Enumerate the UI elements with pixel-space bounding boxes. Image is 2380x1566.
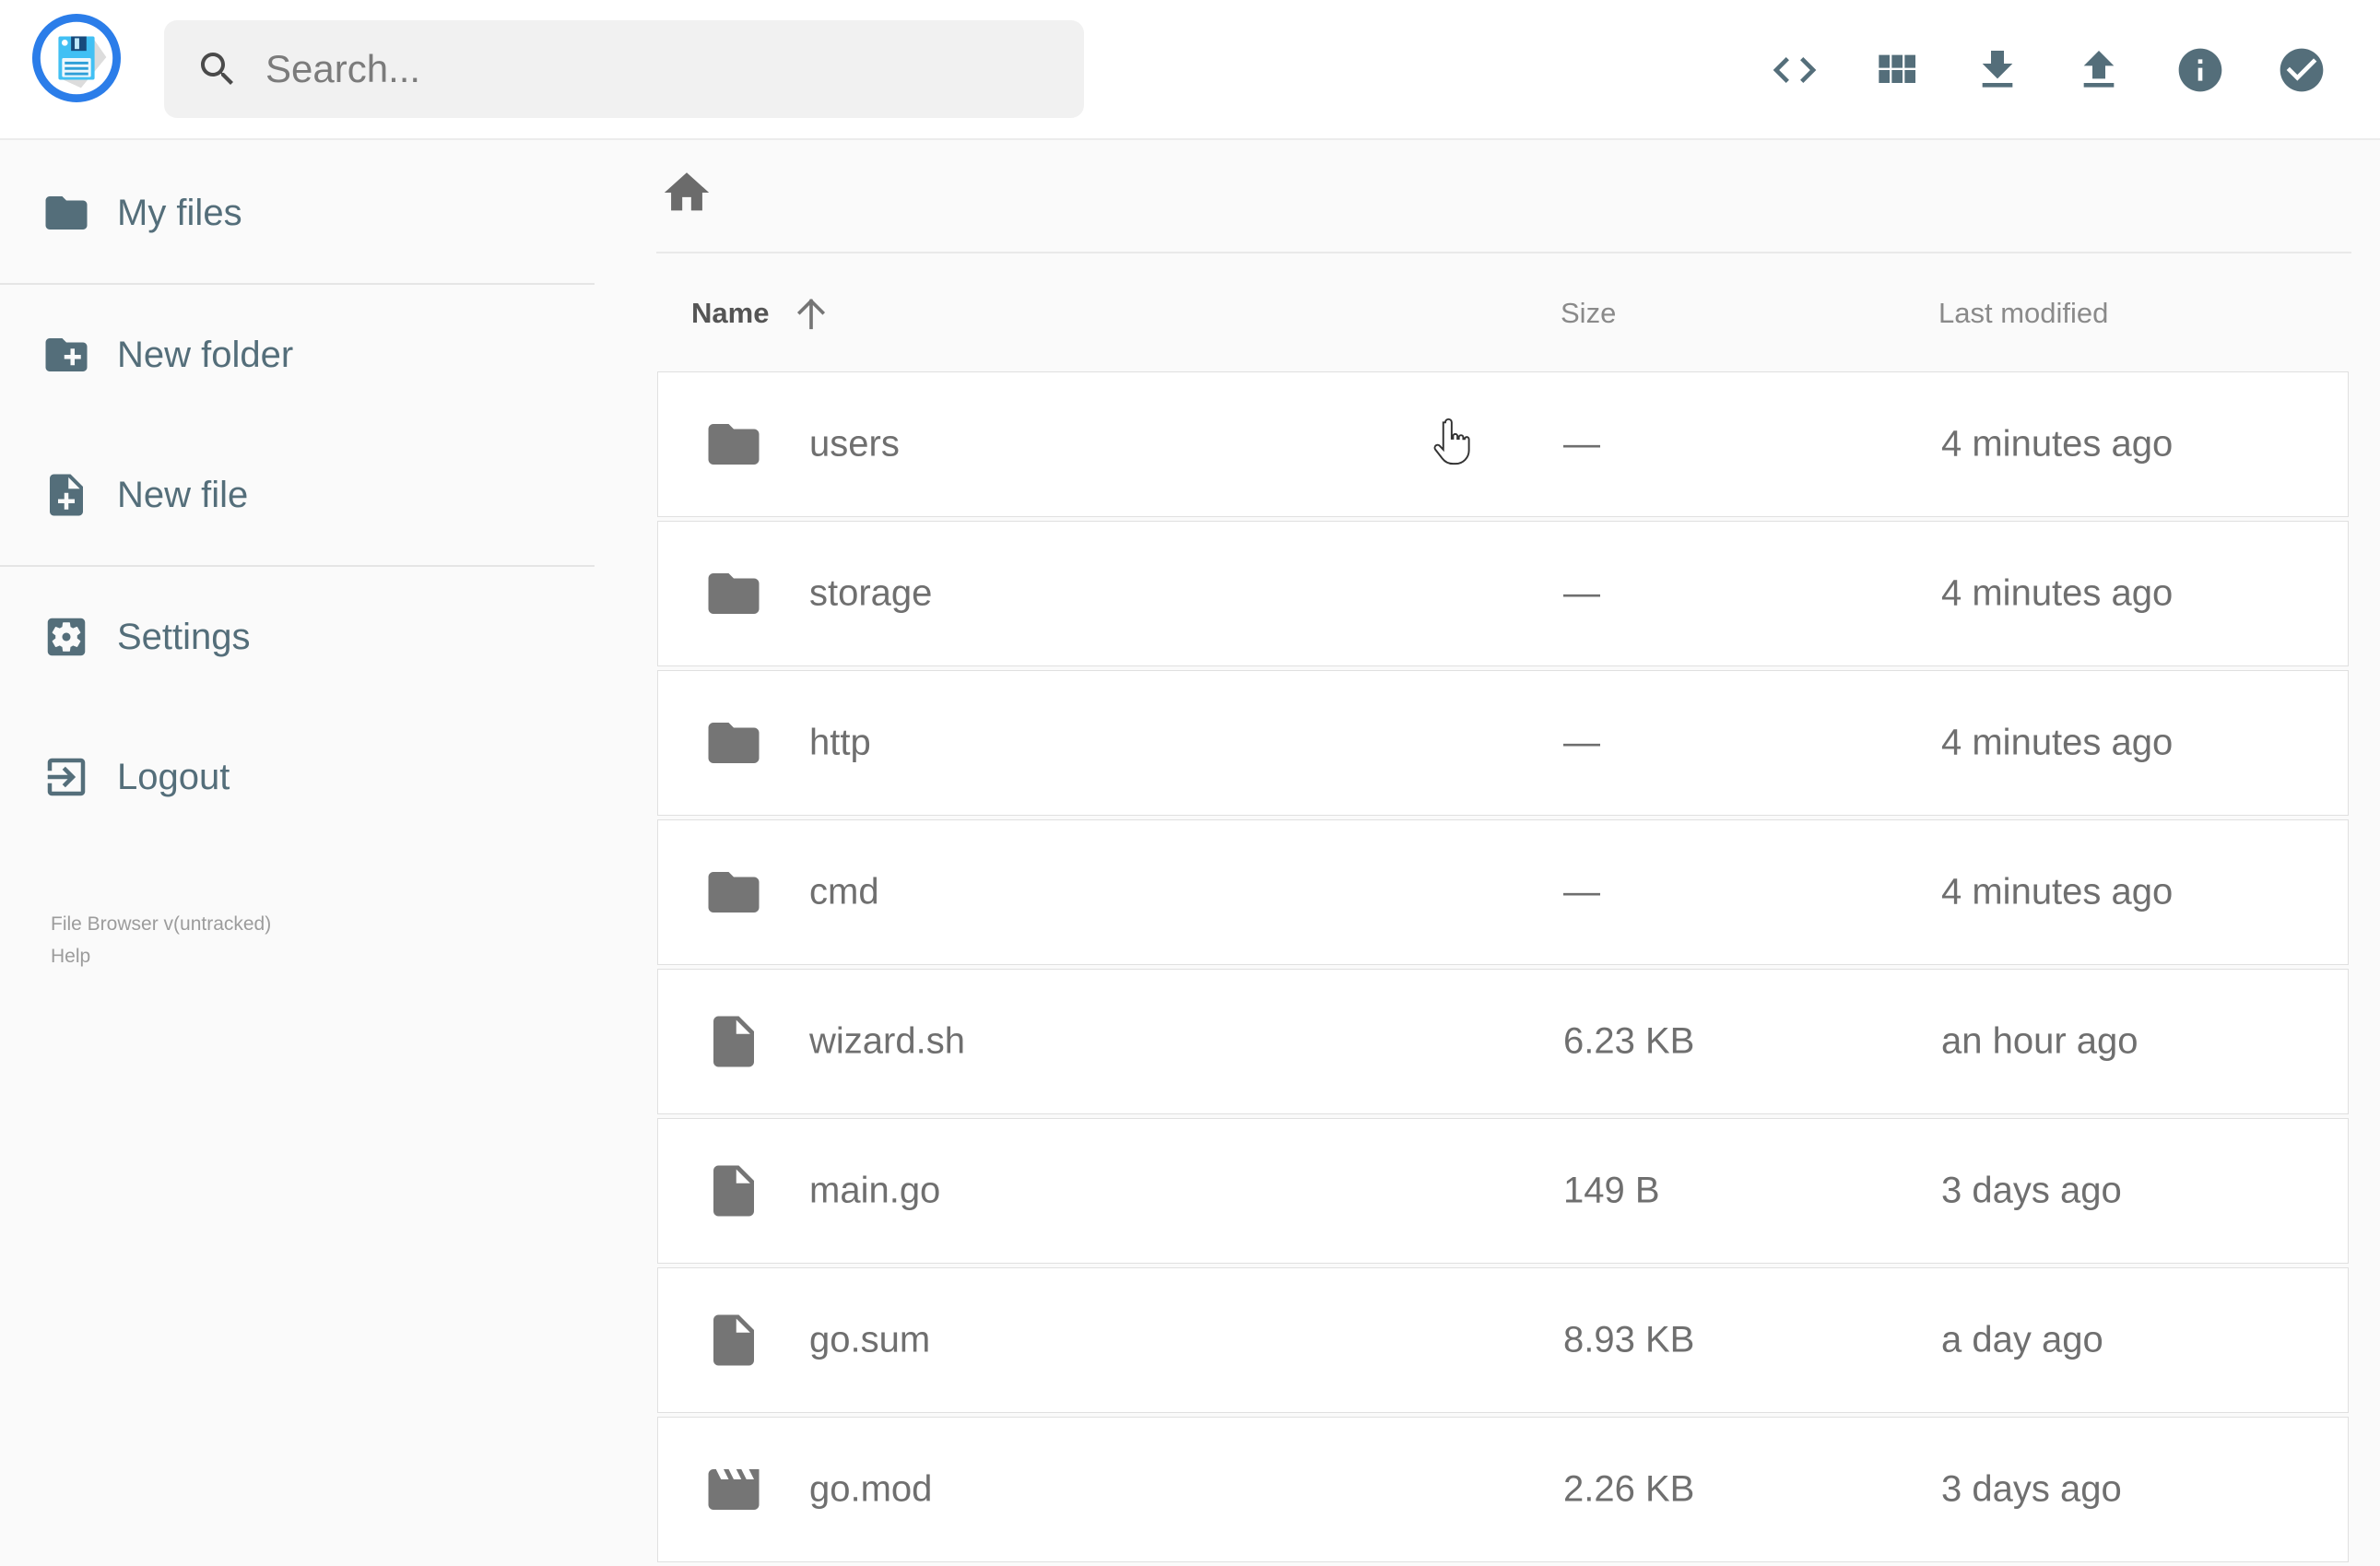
file-modified: 4 minutes ago bbox=[1941, 423, 2174, 465]
file-row-storage[interactable]: storage — 4 minutes ago bbox=[657, 521, 2349, 666]
file-row-go-mod[interactable]: go.mod 2.26 KB 3 days ago bbox=[657, 1417, 2349, 1562]
file-modified: 4 minutes ago bbox=[1941, 572, 2174, 614]
file-icon bbox=[703, 1310, 764, 1371]
folder-icon bbox=[703, 862, 764, 923]
select-multiple-button[interactable] bbox=[2251, 19, 2352, 121]
file-row-main-go[interactable]: main.go 149 B 3 days ago bbox=[657, 1118, 2349, 1264]
file-row-go-sum[interactable]: go.sum 8.93 KB a day ago bbox=[657, 1267, 2349, 1413]
file-modified: an hour ago bbox=[1941, 1020, 2138, 1062]
search-icon bbox=[195, 47, 240, 91]
help-link[interactable]: Help bbox=[51, 940, 595, 972]
file-name: go.mod bbox=[809, 1468, 933, 1510]
file-row-wizard-sh[interactable]: wizard.sh 6.23 KB an hour ago bbox=[657, 969, 2349, 1114]
file-name: main.go bbox=[809, 1170, 941, 1211]
create-new-folder-icon bbox=[41, 330, 91, 380]
home-icon[interactable] bbox=[660, 166, 713, 219]
listing-header: Name Size Last modified bbox=[595, 278, 2380, 348]
filebrowser-logo bbox=[31, 13, 122, 103]
file-name: wizard.sh bbox=[809, 1020, 965, 1062]
file-modified: 4 minutes ago bbox=[1941, 871, 2174, 913]
file-row-cmd[interactable]: cmd — 4 minutes ago bbox=[657, 819, 2349, 965]
sidebar-item-new-file[interactable]: New file bbox=[0, 425, 595, 565]
main-content: Name Size Last modified users — 4 minute… bbox=[595, 140, 2380, 1562]
logout-icon bbox=[41, 752, 91, 802]
file-row-users[interactable]: users — 4 minutes ago bbox=[657, 371, 2349, 517]
file-modified: 3 days ago bbox=[1941, 1170, 2122, 1211]
column-header-name[interactable]: Name bbox=[691, 297, 769, 330]
settings-gear-icon bbox=[41, 612, 91, 662]
sidebar-item-new-folder[interactable]: New folder bbox=[0, 285, 595, 425]
sort-ascending-icon[interactable] bbox=[790, 292, 832, 335]
folder-icon bbox=[703, 712, 764, 773]
file-name: users bbox=[809, 423, 900, 465]
sidebar: My files New folder New file Settings Lo… bbox=[0, 140, 595, 1530]
app-version-text: File Browser v(untracked) bbox=[51, 913, 272, 935]
sidebar-item-settings[interactable]: Settings bbox=[0, 567, 595, 707]
note-add-icon bbox=[41, 470, 91, 520]
app-header bbox=[0, 0, 2380, 140]
filebrowser-app: My files New folder New file Settings Lo… bbox=[0, 0, 2380, 1562]
download-icon bbox=[1972, 44, 2023, 96]
sidebar-item-label: Settings bbox=[117, 616, 251, 657]
code-brackets-icon bbox=[1769, 44, 1820, 96]
column-header-modified[interactable]: Last modified bbox=[1938, 297, 2108, 330]
file-size: 2.26 KB bbox=[1563, 1468, 1695, 1510]
header-actions bbox=[1744, 0, 2352, 140]
search-bar[interactable] bbox=[164, 20, 1084, 118]
sidebar-item-label: New folder bbox=[117, 334, 294, 375]
upload-icon bbox=[2073, 44, 2125, 96]
file-modified: 3 days ago bbox=[1941, 1468, 2122, 1510]
breadcrumb-divider bbox=[656, 252, 2351, 253]
sidebar-item-label: My files bbox=[117, 192, 242, 233]
file-icon bbox=[703, 1011, 764, 1072]
file-name: http bbox=[809, 722, 871, 763]
raw-view-button[interactable] bbox=[1744, 19, 1845, 121]
file-name: go.sum bbox=[809, 1319, 931, 1360]
sidebar-item-label: Logout bbox=[117, 756, 230, 797]
sidebar-footer: File Browser v(untracked) Help bbox=[0, 908, 595, 972]
file-modified: a day ago bbox=[1941, 1319, 2103, 1360]
folder-icon bbox=[703, 563, 764, 624]
folder-icon bbox=[703, 414, 764, 475]
switch-view-button[interactable] bbox=[1845, 19, 1947, 121]
info-icon bbox=[2174, 44, 2226, 96]
sidebar-item-my-files[interactable]: My files bbox=[0, 143, 595, 283]
sidebar-item-label: New file bbox=[117, 474, 249, 515]
file-row-http[interactable]: http — 4 minutes ago bbox=[657, 670, 2349, 816]
file-modified: 4 minutes ago bbox=[1941, 722, 2174, 763]
file-name: cmd bbox=[809, 871, 879, 913]
grid-view-icon bbox=[1870, 44, 1922, 96]
file-size: — bbox=[1563, 572, 1600, 614]
folder-icon bbox=[41, 188, 91, 238]
check-circle-icon bbox=[2276, 44, 2327, 96]
breadcrumb bbox=[660, 166, 713, 219]
file-listing: users — 4 minutes ago storage — 4 minute… bbox=[657, 371, 2349, 1566]
floppy-disk-logo-icon bbox=[31, 13, 122, 103]
file-size: — bbox=[1563, 423, 1600, 465]
sidebar-item-logout[interactable]: Logout bbox=[0, 707, 595, 847]
file-icon bbox=[703, 1160, 764, 1221]
file-size: — bbox=[1563, 871, 1600, 913]
file-size: — bbox=[1563, 722, 1600, 763]
movie-file-icon bbox=[703, 1459, 764, 1520]
download-button[interactable] bbox=[1947, 19, 2048, 121]
upload-button[interactable] bbox=[2048, 19, 2150, 121]
file-name: storage bbox=[809, 572, 933, 614]
file-size: 8.93 KB bbox=[1563, 1319, 1695, 1360]
file-size: 6.23 KB bbox=[1563, 1020, 1695, 1062]
info-button[interactable] bbox=[2150, 19, 2251, 121]
file-size: 149 B bbox=[1563, 1170, 1660, 1211]
search-input[interactable] bbox=[265, 47, 1053, 91]
column-header-size[interactable]: Size bbox=[1561, 297, 1616, 330]
